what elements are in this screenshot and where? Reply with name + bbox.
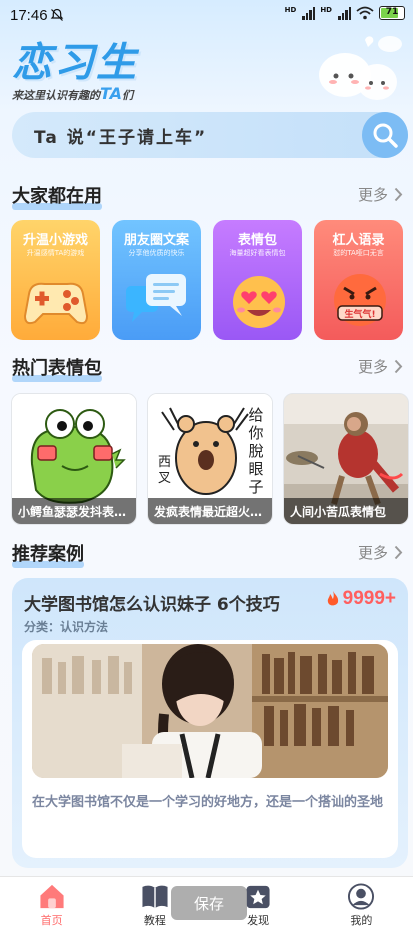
svg-text:叉: 叉	[158, 471, 171, 486]
battery-icon: 71	[379, 6, 405, 20]
decorative-bubbles-icon	[319, 36, 402, 100]
more-link-popular[interactable]: 更多	[358, 184, 403, 205]
case-heat-value: 9999+	[342, 588, 396, 609]
category-title: 杠人语录	[332, 233, 385, 248]
category-subtitle: 怼的TA哑口无言	[333, 249, 384, 257]
more-label: 更多	[357, 358, 388, 376]
flame-icon	[327, 591, 338, 606]
search-bar[interactable]: Ta 说“王子请上车”	[12, 112, 408, 158]
meme-card-bitter[interactable]: 人间小苦瓜表情包	[283, 393, 409, 525]
section-title-popular: 大家都在用	[12, 182, 102, 210]
category-card-quotes[interactable]: 杠人语录 怼的TA哑口无言 生气气!	[314, 220, 403, 340]
category-subtitle: 升温感情TA的游戏	[26, 249, 85, 257]
svg-text:你: 你	[248, 424, 263, 442]
case-heat: 9999+	[326, 588, 396, 610]
category-title: 朋友圈文案	[123, 233, 189, 248]
category-subtitle: 海量超好看表情包	[229, 249, 286, 257]
case-description: 在大学图书馆不仅是一个学习的好地方，还是一个搭讪的圣地	[32, 795, 384, 810]
section-title-memes-text: 热门表情包	[12, 358, 102, 379]
svg-text:西: 西	[158, 455, 171, 470]
nav-label: 首页	[40, 914, 63, 927]
section-title-recommend-text: 推荐案例	[12, 544, 84, 565]
slogan-prefix: 来这里认识有趣的	[12, 89, 100, 102]
meme-text-1a: 给	[248, 406, 263, 424]
battery-level: 71	[385, 7, 399, 17]
app-slogan: 来这里认识有趣的TA们	[12, 84, 133, 103]
angry-emoji-icon: 生气气!	[334, 274, 386, 326]
signal-icon-2	[338, 6, 351, 20]
heart-eyes-emoji-icon	[233, 276, 285, 328]
more-link-memes[interactable]: 更多	[358, 356, 403, 377]
category-card-moments[interactable]: 朋友圈文案 分享他优质的快乐	[112, 220, 201, 340]
chevron-right-icon	[394, 545, 403, 560]
more-label: 更多	[357, 186, 388, 204]
category-card-games[interactable]: 升温小游戏 升温感情TA的游戏	[11, 220, 100, 340]
nav-item-profile[interactable]: 我的	[310, 877, 413, 928]
section-title-memes: 热门表情包	[12, 354, 102, 382]
case-content: 在大学图书馆不仅是一个学习的好地方，还是一个搭讪的圣地	[22, 640, 398, 858]
hd-label-2: HD	[320, 6, 332, 14]
svg-text:子: 子	[248, 478, 263, 496]
svg-text:生气气!: 生气气!	[344, 308, 375, 320]
category-cards: 升温小游戏 升温感情TA的游戏 朋友圈文案 分享他优质的快乐 表情包 海量超好看…	[11, 220, 403, 340]
wifi-icon	[356, 6, 374, 20]
meme-caption: 小鳄鱼瑟瑟发抖表情包	[12, 498, 136, 524]
book-icon	[142, 885, 168, 909]
status-time: 17:46	[10, 7, 48, 24]
meme-caption: 发疯表情最近超火的表情包	[148, 498, 272, 524]
slogan-suffix: 们	[122, 89, 134, 102]
category-card-stickers[interactable]: 表情包 海量超好看表情包	[213, 220, 302, 340]
chevron-right-icon	[394, 359, 403, 374]
search-icon	[373, 123, 398, 148]
nav-label: 发现	[247, 914, 270, 927]
nav-item-home[interactable]: 首页	[0, 877, 103, 928]
search-text[interactable]: Ta 说“王子请上车”	[34, 123, 207, 148]
case-card[interactable]: 大学图书馆怎么认识妹子 6个技巧 9999+ 分类：认识方法 在大学图书馆不仅是…	[12, 578, 408, 868]
section-title-recommend: 推荐案例	[12, 540, 84, 568]
gamepad-icon	[23, 282, 89, 325]
case-title: 大学图书馆怎么认识妹子 6个技巧	[24, 595, 280, 615]
nav-label: 我的	[350, 914, 373, 927]
hd-label-1: HD	[284, 6, 297, 14]
category-title: 表情包	[237, 233, 277, 248]
svg-text:眼: 眼	[248, 460, 263, 478]
home-icon	[40, 884, 64, 909]
discover-icon	[246, 885, 270, 909]
mute-bell-icon	[50, 8, 64, 21]
profile-icon	[348, 883, 375, 910]
meme-list: 小鳄鱼瑟瑟发抖表情包 给 你 脫 眼 子 西 叉 发疯表情最近超火的表情包	[11, 393, 411, 525]
meme-card-crocodile[interactable]: 小鳄鱼瑟瑟发抖表情包	[11, 393, 137, 525]
chevron-right-icon	[394, 187, 403, 202]
more-link-recommend[interactable]: 更多	[358, 542, 403, 563]
slogan-ta: TA	[100, 84, 123, 103]
case-photo	[32, 644, 388, 778]
status-icons: HD HD 71	[285, 6, 405, 20]
app-logo: 恋习生	[12, 40, 138, 86]
meme-card-crazy[interactable]: 给 你 脫 眼 子 西 叉 发疯表情最近超火的表情包	[147, 393, 273, 525]
status-bar: 17:46 HD HD 71	[0, 0, 413, 30]
more-label: 更多	[357, 544, 388, 562]
chat-bubbles-icon	[126, 274, 186, 322]
nav-label: 教程	[143, 914, 166, 927]
library-girl-photo-icon	[32, 644, 388, 778]
search-button[interactable]	[362, 112, 408, 158]
signal-icon-1	[302, 6, 316, 20]
section-title-popular-text: 大家都在用	[12, 186, 102, 207]
case-category: 分类：认识方法	[24, 620, 109, 634]
save-toast: 保存	[171, 886, 247, 920]
category-subtitle: 分享他优质的快乐	[128, 249, 185, 257]
category-title: 升温小游戏	[22, 233, 88, 248]
meme-caption: 人间小苦瓜表情包	[284, 498, 408, 524]
svg-text:脫: 脫	[248, 442, 263, 460]
